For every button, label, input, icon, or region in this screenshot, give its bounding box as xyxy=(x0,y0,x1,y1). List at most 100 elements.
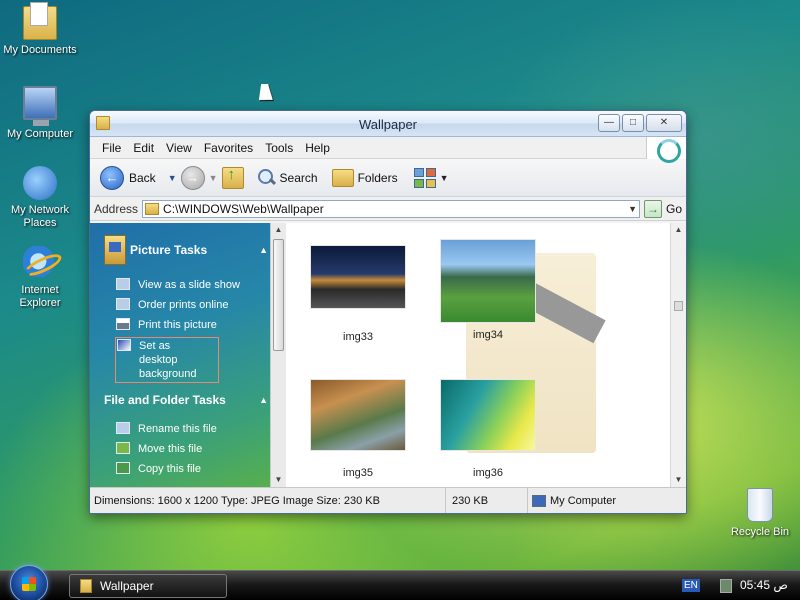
toolbar: ← Back ▼ → ▼ Search Folders ▼ xyxy=(90,159,686,197)
window-titlebar[interactable]: Wallpaper — □ ✕ xyxy=(90,111,686,137)
desktop-icon-internet-explorer[interactable]: Internet Explorer xyxy=(0,246,80,310)
desktop-icon-label: Recycle Bin xyxy=(730,526,790,538)
task-copy-file[interactable]: Copy this file xyxy=(116,462,201,476)
start-button[interactable] xyxy=(10,565,48,600)
status-bar: Dimensions: 1600 x 1200 Type: JPEG Image… xyxy=(90,487,686,513)
go-arrow-icon: → xyxy=(643,199,662,218)
status-size: 230 KB xyxy=(446,488,528,513)
back-button[interactable]: ← Back xyxy=(100,165,156,190)
search-button[interactable]: Search xyxy=(256,168,318,188)
desktop-background-icon xyxy=(117,339,131,351)
menu-favorites[interactable]: Favorites xyxy=(198,141,259,155)
task-print-picture[interactable]: Print this picture xyxy=(116,318,217,332)
minimize-button[interactable]: — xyxy=(598,114,620,132)
go-label: Go xyxy=(665,201,682,216)
rename-icon xyxy=(116,422,130,434)
task-view-slideshow[interactable]: View as a slide show xyxy=(116,278,240,292)
maximize-button[interactable]: □ xyxy=(622,114,644,132)
address-value: C:\WINDOWS\Web\Wallpaper xyxy=(163,201,324,216)
thumbnail-image xyxy=(440,379,536,451)
folders-button[interactable]: Folders xyxy=(331,168,398,187)
folders-icon xyxy=(331,168,354,187)
task-set-desktop-background[interactable]: Set as desktop background xyxy=(115,337,219,383)
file-thumbnail[interactable]: img36 xyxy=(438,379,538,479)
desktop-icon-label: My Network Places xyxy=(10,204,70,229)
file-name: img35 xyxy=(343,467,373,479)
views-dropdown-icon[interactable]: ▼ xyxy=(440,173,449,183)
file-view-scrollbar[interactable]: ▲ ▼ xyxy=(670,223,686,487)
search-icon xyxy=(256,168,276,188)
scrollbar-thumb[interactable] xyxy=(674,301,683,311)
forward-button[interactable]: → xyxy=(180,165,205,190)
folder-icon xyxy=(80,579,92,593)
desktop-icon-label: My Computer xyxy=(6,128,74,140)
menu-file[interactable]: File xyxy=(96,141,127,155)
file-thumbnail[interactable]: img34 xyxy=(438,239,538,341)
up-folder-button[interactable] xyxy=(221,166,244,189)
menu-bar: File Edit View Favorites Tools Help xyxy=(90,137,686,163)
desktop-icon-my-network-places[interactable]: My Network Places xyxy=(0,166,80,230)
window-body: Picture Tasks ▲ View as a slide show Ord… xyxy=(90,223,686,487)
address-dropdown-icon[interactable]: ▼ xyxy=(628,204,637,214)
desktop-icon-label: My Documents xyxy=(3,44,77,56)
back-dropdown-icon[interactable]: ▼ xyxy=(168,173,177,183)
go-button[interactable]: → Go xyxy=(643,199,682,218)
desktop-icon-label: Internet Explorer xyxy=(19,284,61,309)
desktop-icon-my-documents[interactable]: My Documents xyxy=(0,2,80,57)
internet-explorer-icon xyxy=(23,246,57,280)
window-title: Wallpaper xyxy=(358,117,418,132)
picture-tasks-header[interactable]: Picture Tasks ▲ xyxy=(104,235,268,265)
language-indicator[interactable]: EN xyxy=(682,579,700,592)
task-order-prints[interactable]: Order prints online xyxy=(116,298,229,312)
views-button[interactable] xyxy=(413,167,436,188)
taskbar-window-button[interactable]: Wallpaper xyxy=(69,574,227,598)
file-thumbnail[interactable]: img33 xyxy=(308,245,408,343)
address-bar: Address C:\WINDOWS\Web\Wallpaper ▼ → Go xyxy=(90,197,686,221)
file-folder-tasks-header[interactable]: File and Folder Tasks ▲ xyxy=(104,393,268,407)
status-info: Dimensions: 1600 x 1200 Type: JPEG Image… xyxy=(90,488,446,513)
desktop-icon-my-computer[interactable]: My Computer xyxy=(0,86,80,141)
task-pane: Picture Tasks ▲ View as a slide show Ord… xyxy=(90,223,286,487)
clock[interactable]: 05:45 ص xyxy=(740,578,788,592)
my-documents-icon xyxy=(23,2,57,40)
explorer-window: Wallpaper — □ ✕ File Edit View Favorites… xyxy=(89,110,687,514)
copy-icon xyxy=(116,462,130,474)
slideshow-icon xyxy=(116,278,130,290)
network-places-icon xyxy=(23,166,57,200)
menu-help[interactable]: Help xyxy=(299,141,336,155)
task-pane-scrollbar[interactable]: ▲ ▼ xyxy=(270,223,286,487)
task-rename-file[interactable]: Rename this file xyxy=(116,422,217,436)
task-move-file[interactable]: Move this file xyxy=(116,442,202,456)
scrollbar-thumb[interactable] xyxy=(273,239,284,351)
forward-dropdown-icon[interactable]: ▼ xyxy=(209,173,218,183)
my-computer-icon xyxy=(532,494,546,507)
menu-tools[interactable]: Tools xyxy=(259,141,299,155)
file-view: img33 img34 img35 img36 ▲ ▼ xyxy=(286,223,686,487)
file-folder-tasks-title: File and Folder Tasks xyxy=(104,393,226,407)
address-label: Address xyxy=(94,201,139,216)
file-name: img34 xyxy=(473,329,503,341)
scroll-down-icon[interactable]: ▼ xyxy=(671,473,686,487)
back-arrow-icon: ← xyxy=(100,165,124,190)
picture-tasks-title: Picture Tasks xyxy=(130,243,208,257)
close-button[interactable]: ✕ xyxy=(646,114,682,132)
scroll-up-icon[interactable]: ▲ xyxy=(671,223,686,237)
printer-icon xyxy=(116,318,130,330)
collapse-chevron-icon[interactable]: ▲ xyxy=(259,245,268,255)
menu-edit[interactable]: Edit xyxy=(127,141,160,155)
collapse-chevron-icon[interactable]: ▲ xyxy=(259,395,268,405)
recycle-bin-icon xyxy=(747,488,773,522)
scroll-down-icon[interactable]: ▼ xyxy=(271,473,286,487)
taskbar: Wallpaper EN 05:45 ص xyxy=(0,565,800,600)
status-zone: My Computer xyxy=(528,488,686,513)
scroll-up-icon[interactable]: ▲ xyxy=(271,223,286,237)
tray-network-icon[interactable] xyxy=(720,579,732,593)
file-name: img33 xyxy=(343,331,373,343)
file-thumbnail[interactable]: img35 xyxy=(308,379,408,479)
taskbar-button-label: Wallpaper xyxy=(100,579,154,593)
desktop-icon-recycle-bin[interactable]: Recycle Bin xyxy=(720,488,800,539)
windows-logo-throbber xyxy=(646,137,686,163)
menu-view[interactable]: View xyxy=(160,141,198,155)
address-input[interactable]: C:\WINDOWS\Web\Wallpaper ▼ xyxy=(142,199,640,218)
move-icon xyxy=(116,442,130,454)
